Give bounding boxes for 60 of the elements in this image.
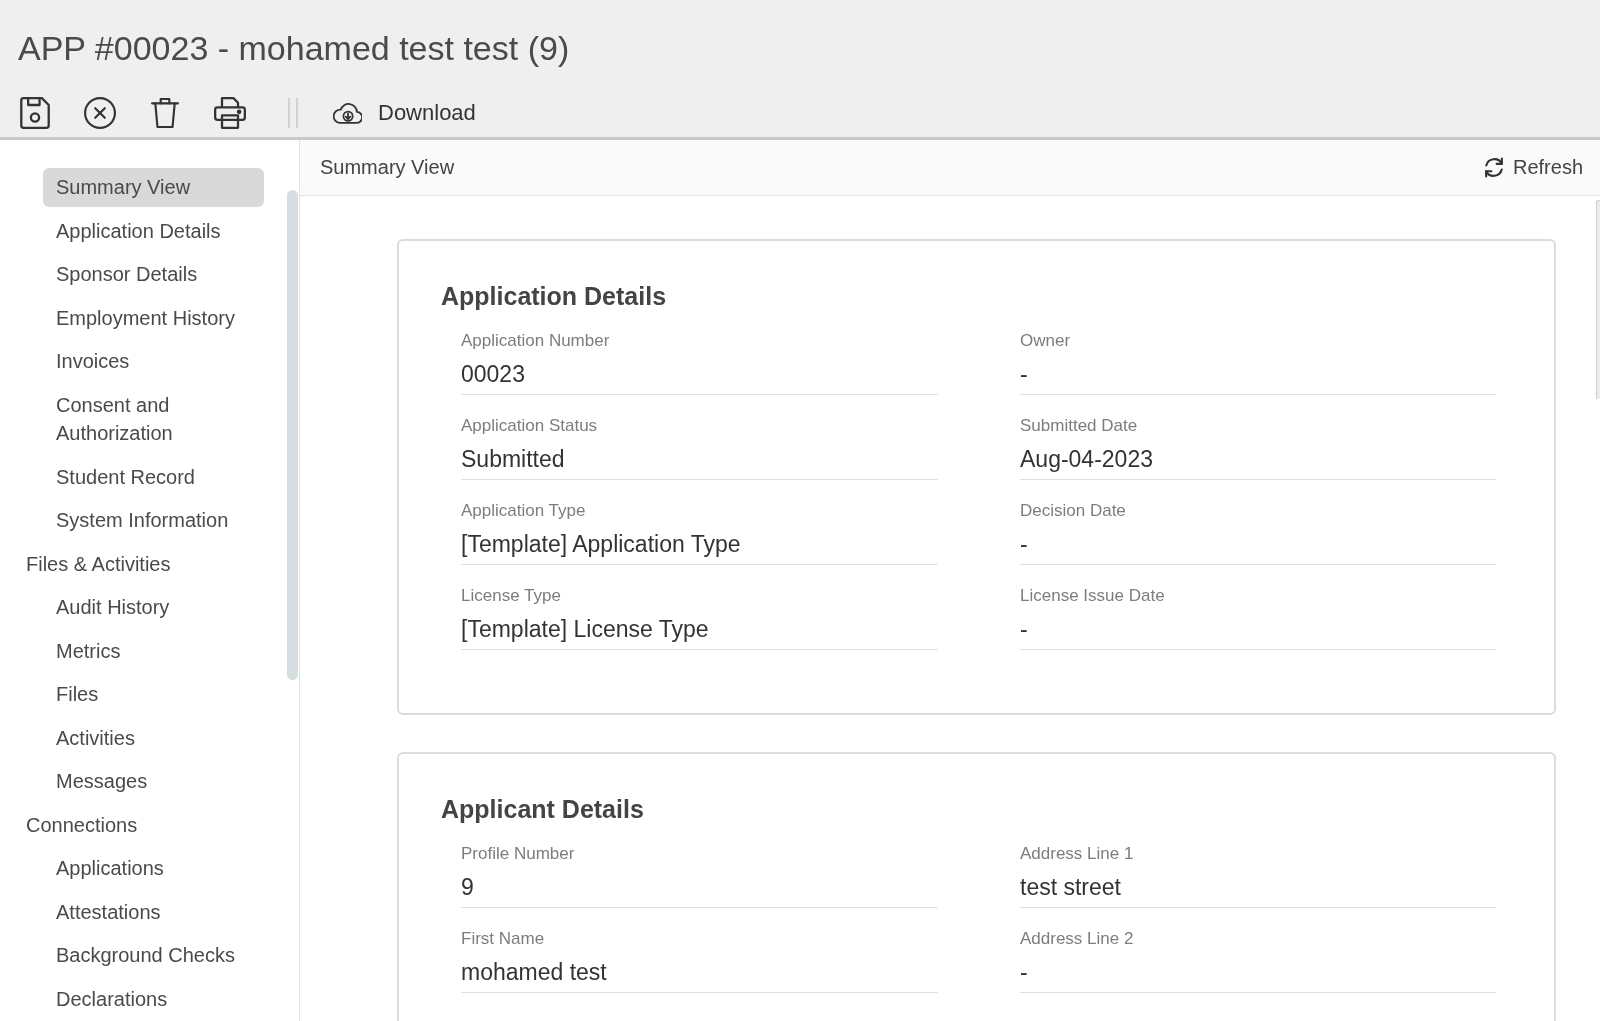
field-label: Address Line 2 [1020, 928, 1134, 950]
trash-icon [151, 97, 179, 129]
nav-item[interactable]: Messages [43, 762, 264, 801]
field-value: [Template] License Type [461, 615, 938, 650]
field-value: Submitted [461, 445, 938, 480]
refresh-icon [1483, 157, 1504, 178]
nav-item[interactable]: Sponsor Details [43, 255, 264, 294]
nav-item[interactable]: Activities [43, 718, 264, 757]
nav-group-heading[interactable]: Connections [26, 805, 138, 844]
field-value: - [1020, 360, 1496, 395]
nav-item[interactable]: Attestations [43, 892, 264, 931]
field-label: Submitted Date [1020, 415, 1138, 437]
cancel-button[interactable] [84, 97, 116, 129]
field-label: Owner [1020, 330, 1071, 352]
download-button[interactable]: Download [333, 100, 476, 126]
field-value: [Template] Application Type [461, 530, 938, 565]
field-value: - [1020, 958, 1496, 993]
nav-item[interactable]: Declarations [43, 979, 264, 1018]
print-button[interactable] [214, 97, 246, 129]
nav-item[interactable]: Metrics [43, 631, 264, 670]
card-title: Application Details [441, 281, 667, 311]
save-button[interactable] [19, 97, 51, 129]
nav-item[interactable]: Files [43, 675, 264, 714]
field-label: Profile Number [461, 843, 575, 865]
field-value: - [1020, 615, 1496, 650]
nav-item[interactable]: Employment History [43, 298, 264, 337]
printer-icon [214, 97, 246, 129]
field-label: Address Line 1 [1020, 843, 1134, 865]
scrollbar-thumb[interactable] [287, 190, 298, 680]
field-label: Application Number [461, 330, 610, 352]
field-label: Decision Date [1020, 500, 1126, 522]
nav-item[interactable]: Consent and Authorization [43, 385, 264, 453]
field-value: 9 [461, 873, 938, 908]
window-title: APP #00023 - mohamed test test (9) [18, 28, 570, 68]
field-label: First Name [461, 928, 545, 950]
section-title: Summary View [320, 156, 455, 179]
field-label: License Type [461, 585, 561, 607]
cloud-download-icon [333, 102, 362, 124]
refresh-button[interactable]: Refresh [1483, 156, 1583, 179]
close-icon [84, 97, 116, 129]
nav-item[interactable]: Student Record [43, 457, 264, 496]
field-value: - [1020, 530, 1496, 565]
toolbar-separator [288, 98, 298, 128]
field-value: 00023 [461, 360, 938, 395]
nav-item[interactable]: Invoices [43, 342, 264, 381]
card-title: Applicant Details [441, 794, 644, 824]
nav-item[interactable]: System Information [43, 501, 264, 540]
nav-item[interactable]: Audit History [43, 588, 264, 627]
nav-item[interactable]: Applications [43, 849, 264, 888]
nav-item[interactable]: Background Checks [43, 936, 264, 975]
field-value: Aug-04-2023 [1020, 445, 1496, 480]
field-value: test street [1020, 873, 1496, 908]
field-label: License Issue Date [1020, 585, 1165, 607]
field-label: Application Status [461, 415, 598, 437]
nav-group-heading[interactable]: Files & Activities [26, 544, 171, 583]
nav-item[interactable]: Summary View [43, 168, 264, 207]
nav-item[interactable]: Application Details [43, 211, 264, 250]
field-value: mohamed test [461, 958, 938, 993]
field-label: Application Type [461, 500, 586, 522]
delete-button[interactable] [149, 97, 181, 129]
